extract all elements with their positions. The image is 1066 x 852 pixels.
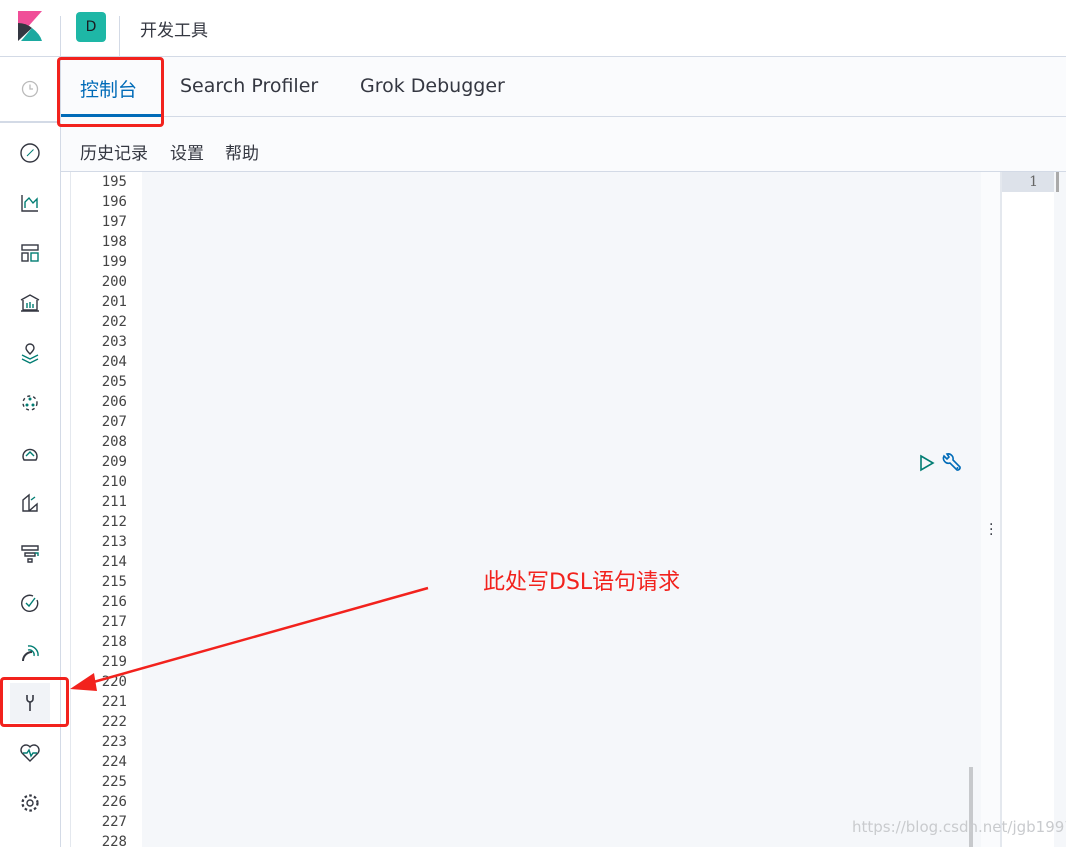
line-number: 200: [101, 274, 127, 290]
line-number: 206: [101, 394, 127, 410]
output-line-number: 1: [1002, 172, 1054, 192]
nav-visualize[interactable]: [10, 183, 50, 223]
console-menu: 历史记录 设置 帮助: [61, 117, 1066, 172]
clock-icon: [21, 80, 39, 98]
line-number: 228: [101, 834, 127, 850]
siem-icon: [22, 645, 39, 662]
line-number: 226: [101, 794, 127, 810]
compass-icon: [20, 143, 40, 163]
line-number: 210: [101, 474, 127, 490]
line-number: 222: [101, 714, 127, 730]
nav-logs[interactable]: [10, 483, 50, 523]
line-number: 215: [101, 574, 127, 590]
nav-canvas[interactable]: [10, 283, 50, 323]
line-number: 220: [101, 674, 127, 690]
logs-icon: [22, 493, 38, 512]
response-pane: 1: [1000, 172, 1066, 847]
request-editor[interactable]: 195 196 197 198 199 200 201 202 203 204 205 206 207 2…: [70, 172, 1001, 850]
divider: [119, 16, 120, 56]
line-number: 196: [101, 194, 127, 210]
line-number: 198: [101, 234, 127, 250]
resize-handle-icon[interactable]: · · ·: [989, 518, 993, 542]
settings-link[interactable]: 设置: [170, 139, 204, 164]
annotation-text: 此处写DSL语句请求: [483, 570, 681, 595]
help-link[interactable]: 帮助: [225, 139, 259, 164]
line-number: 221: [101, 694, 127, 710]
uptime-icon: [21, 594, 39, 612]
nav-dashboard[interactable]: [10, 233, 50, 273]
canvas-icon: [20, 294, 40, 312]
dashboard-icon: [21, 244, 39, 262]
top-header: D 开发工具: [0, 0, 1066, 57]
line-number: 201: [101, 294, 127, 310]
line-number: 227: [101, 814, 127, 830]
apm-icon: [21, 545, 39, 563]
ml-icon: [22, 395, 38, 411]
line-number: 195: [101, 174, 127, 190]
breadcrumb: 开发工具: [140, 21, 208, 41]
visualize-icon: [21, 195, 38, 212]
nav-uptime[interactable]: [10, 583, 50, 623]
nav-maps[interactable]: [10, 333, 50, 373]
nav-infrastructure[interactable]: [10, 433, 50, 473]
line-number: 205: [101, 374, 127, 390]
line-gutter: 195 196 197 198 199 200 201 202 203 204 205 206 207 2…: [71, 172, 142, 850]
kibana-logo[interactable]: [18, 11, 42, 41]
output-scrollbar[interactable]: [1054, 172, 1066, 847]
line-number: 218: [101, 634, 127, 650]
nav-apm[interactable]: [10, 533, 50, 573]
line-number: 217: [101, 614, 127, 630]
line-number: 211: [101, 494, 127, 510]
sidebar: [0, 57, 61, 847]
line-number: 202: [101, 314, 127, 330]
nav-ml[interactable]: [10, 383, 50, 423]
line-number: 214: [101, 554, 127, 570]
nav-gear[interactable]: [10, 783, 50, 823]
line-number: 213: [101, 534, 127, 550]
line-number: 225: [101, 774, 127, 790]
highlight-console-tab: [57, 57, 164, 127]
line-number: 208: [101, 434, 127, 450]
line-number: 204: [101, 354, 127, 370]
line-number: 203: [101, 334, 127, 350]
line-number: 197: [101, 214, 127, 230]
monitoring-icon: [20, 744, 40, 762]
wrench-icon[interactable]: [940, 452, 964, 476]
divider: [60, 16, 61, 56]
nav-monitoring[interactable]: [10, 733, 50, 773]
maps-icon: [21, 343, 39, 364]
highlight-dev-tools: [0, 677, 69, 727]
run-icon[interactable]: [919, 454, 935, 472]
tab-grok-debugger[interactable]: Grok Debugger: [360, 75, 505, 97]
recent-button[interactable]: [0, 57, 60, 123]
output-scrollbar-thumb[interactable]: [1056, 172, 1059, 192]
space-avatar[interactable]: D: [76, 12, 106, 42]
line-number: 223: [101, 734, 127, 750]
watermark: https://blog.csdn.net/jgb1997: [852, 818, 1066, 836]
editor-scrollbar[interactable]: [981, 172, 1001, 847]
tab-bar: 控制台 Search Profiler Grok Debugger: [61, 57, 1066, 117]
line-number: 219: [101, 654, 127, 670]
gear-icon: [21, 794, 39, 812]
infrastructure-icon: [22, 448, 38, 461]
nav-compass[interactable]: [10, 133, 50, 173]
line-number: 224: [101, 754, 127, 770]
line-number: 209: [101, 454, 127, 470]
tab-search-profiler[interactable]: Search Profiler: [180, 75, 318, 97]
line-number: 207: [101, 414, 127, 430]
output-gutter: [1002, 172, 1054, 847]
line-number: 216: [101, 594, 127, 610]
history-link[interactable]: 历史记录: [80, 139, 148, 164]
nav-siem[interactable]: [10, 633, 50, 673]
line-number: 199: [101, 254, 127, 270]
line-number: 212: [101, 514, 127, 530]
